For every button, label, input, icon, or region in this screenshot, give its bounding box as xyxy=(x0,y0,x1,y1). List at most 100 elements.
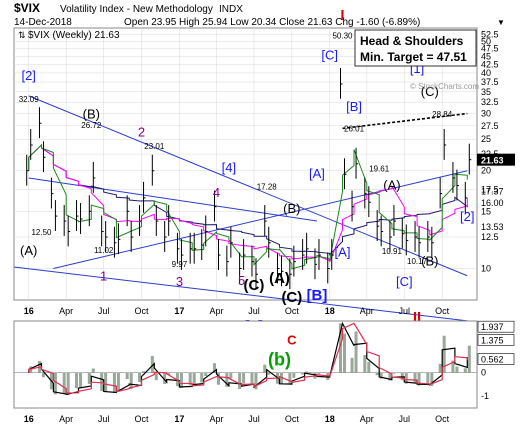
x-tick-label: Oct xyxy=(135,306,150,316)
right-value-label: 16.00 xyxy=(481,198,504,208)
indicator-wave-label: (b) xyxy=(268,350,291,370)
indicator-bar xyxy=(463,368,467,373)
indicator-panel: C (b) 1.937 1.375 0.562 0 -1 xyxy=(13,320,515,409)
x-tick-label: Oct xyxy=(435,306,450,316)
price-label: 11.02 xyxy=(94,246,114,255)
y-tick-label: 35 xyxy=(481,87,491,97)
exchange: INDX xyxy=(219,4,243,15)
indicator-bar xyxy=(138,372,142,383)
wave-label-bottom: I xyxy=(340,7,344,24)
price-label: 9.97 xyxy=(172,260,188,269)
indicator-bar xyxy=(413,372,417,383)
wave-label-bottom: (A) xyxy=(269,270,290,287)
x-tick-label: Jul xyxy=(98,414,110,424)
wave-label: (B) xyxy=(83,106,100,121)
indicator-bar xyxy=(354,331,358,373)
indicator-bar xyxy=(192,372,196,385)
y-tick-label: 25 xyxy=(481,134,491,144)
indicator-bar xyxy=(292,372,296,378)
price-label: 10.91 xyxy=(382,247,403,256)
x-tick-label: Jul xyxy=(248,306,260,316)
wave-label: 4 xyxy=(213,185,220,200)
indicator-tick-label: 1.937 xyxy=(481,322,504,332)
indicator-bar xyxy=(87,372,91,384)
indicator-tick-label: 1.375 xyxy=(481,335,504,345)
indicator-bar xyxy=(91,368,95,373)
indicator-wave-label: C xyxy=(287,333,297,348)
indicator-bar xyxy=(229,372,233,379)
indicator-bar xyxy=(367,361,371,373)
price-label: 28.84 xyxy=(432,110,453,119)
x-tick-label: 16 xyxy=(24,414,34,424)
y-tick-label: 37.5 xyxy=(481,77,499,87)
indicator-bar xyxy=(154,372,158,381)
y-tick-label: 20 xyxy=(481,166,491,176)
watermark: © StockCharts.com xyxy=(410,82,479,91)
indicator-bar xyxy=(467,345,471,373)
indicator-bar xyxy=(66,372,70,396)
wave-label: [A] xyxy=(335,244,351,259)
indicator-tick-label: 0 xyxy=(481,368,486,378)
y-tick-label: 10 xyxy=(481,264,491,274)
indicator-bar xyxy=(242,372,246,384)
wave-label: (A) xyxy=(383,178,400,193)
price-label: 26.72 xyxy=(81,121,102,130)
x-tick-label: Oct xyxy=(135,414,150,424)
x-tick-label: Apr xyxy=(209,306,223,316)
wave-label-bottom: (C) xyxy=(244,277,265,294)
x-tick-label: Apr xyxy=(360,414,374,424)
wave-label: [C] xyxy=(396,274,413,289)
wave-label: (B) xyxy=(421,254,438,269)
legend-icon: ⇅ xyxy=(18,30,26,40)
indicator-bar xyxy=(62,372,66,394)
indicator-bar xyxy=(267,372,271,375)
indicator-bar xyxy=(104,372,108,392)
index-name: Volatility Index - New Methodology xyxy=(60,4,213,15)
indicator-bar xyxy=(75,372,79,389)
indicator-bar xyxy=(112,372,116,394)
price-label: 50.30 xyxy=(332,32,353,41)
right-value-label: 17.37 xyxy=(481,187,504,197)
x-tick-label: 17 xyxy=(174,306,184,316)
indicator-bar xyxy=(363,355,367,373)
wave-label: 1 xyxy=(100,268,107,283)
right-value-label: 13.53 xyxy=(481,222,504,232)
indicator-bar xyxy=(343,333,347,373)
x-tick-label: Oct xyxy=(285,306,300,316)
indicator-bar xyxy=(116,372,120,391)
caret-icon: ▼ xyxy=(497,18,505,27)
price-label: 12.50 xyxy=(31,228,52,237)
price-label: 17.28 xyxy=(257,182,278,191)
indicator-tick-label: 0.562 xyxy=(481,355,504,365)
x-tick-label: Apr xyxy=(360,306,374,316)
wave-label: [C] xyxy=(321,47,338,62)
wave-label: (A) xyxy=(20,243,37,258)
wave-label-bottom: [B] xyxy=(307,287,328,304)
indicator-bar xyxy=(79,372,83,388)
x-tick-label: Jul xyxy=(399,414,411,424)
y-tick-label: 27.5 xyxy=(481,121,499,131)
price-label: 23.01 xyxy=(144,142,165,151)
indicator-bar xyxy=(288,372,292,385)
indicator-bar xyxy=(438,363,442,373)
indicator-tick-label: -1 xyxy=(481,391,489,401)
x-tick-label: Apr xyxy=(59,306,73,316)
indicator-bar xyxy=(129,372,133,390)
symbol-title: $VIX xyxy=(14,1,40,15)
wave-label: [4] xyxy=(222,160,236,175)
indicator-bar xyxy=(350,357,354,373)
indicator-bar xyxy=(204,372,208,376)
indicator-bar xyxy=(317,372,321,375)
indicator-bar xyxy=(53,372,57,395)
pattern-callout-line2: Min. Target = 47.51 xyxy=(360,50,467,64)
wave-label-bottom: (C) xyxy=(281,289,302,306)
indicator-bar xyxy=(125,372,129,380)
y-tick-label: 32.5 xyxy=(481,97,499,107)
indicator-bar xyxy=(375,372,379,376)
wave-label: [2] xyxy=(460,209,474,224)
indicator-bar xyxy=(426,372,430,384)
pattern-callout-line1: Head & Shoulders xyxy=(360,34,464,48)
y-tick-label: 12.5 xyxy=(481,232,499,242)
wave-label: 3 xyxy=(176,274,183,289)
right-value-label: 21.63 xyxy=(481,156,504,166)
